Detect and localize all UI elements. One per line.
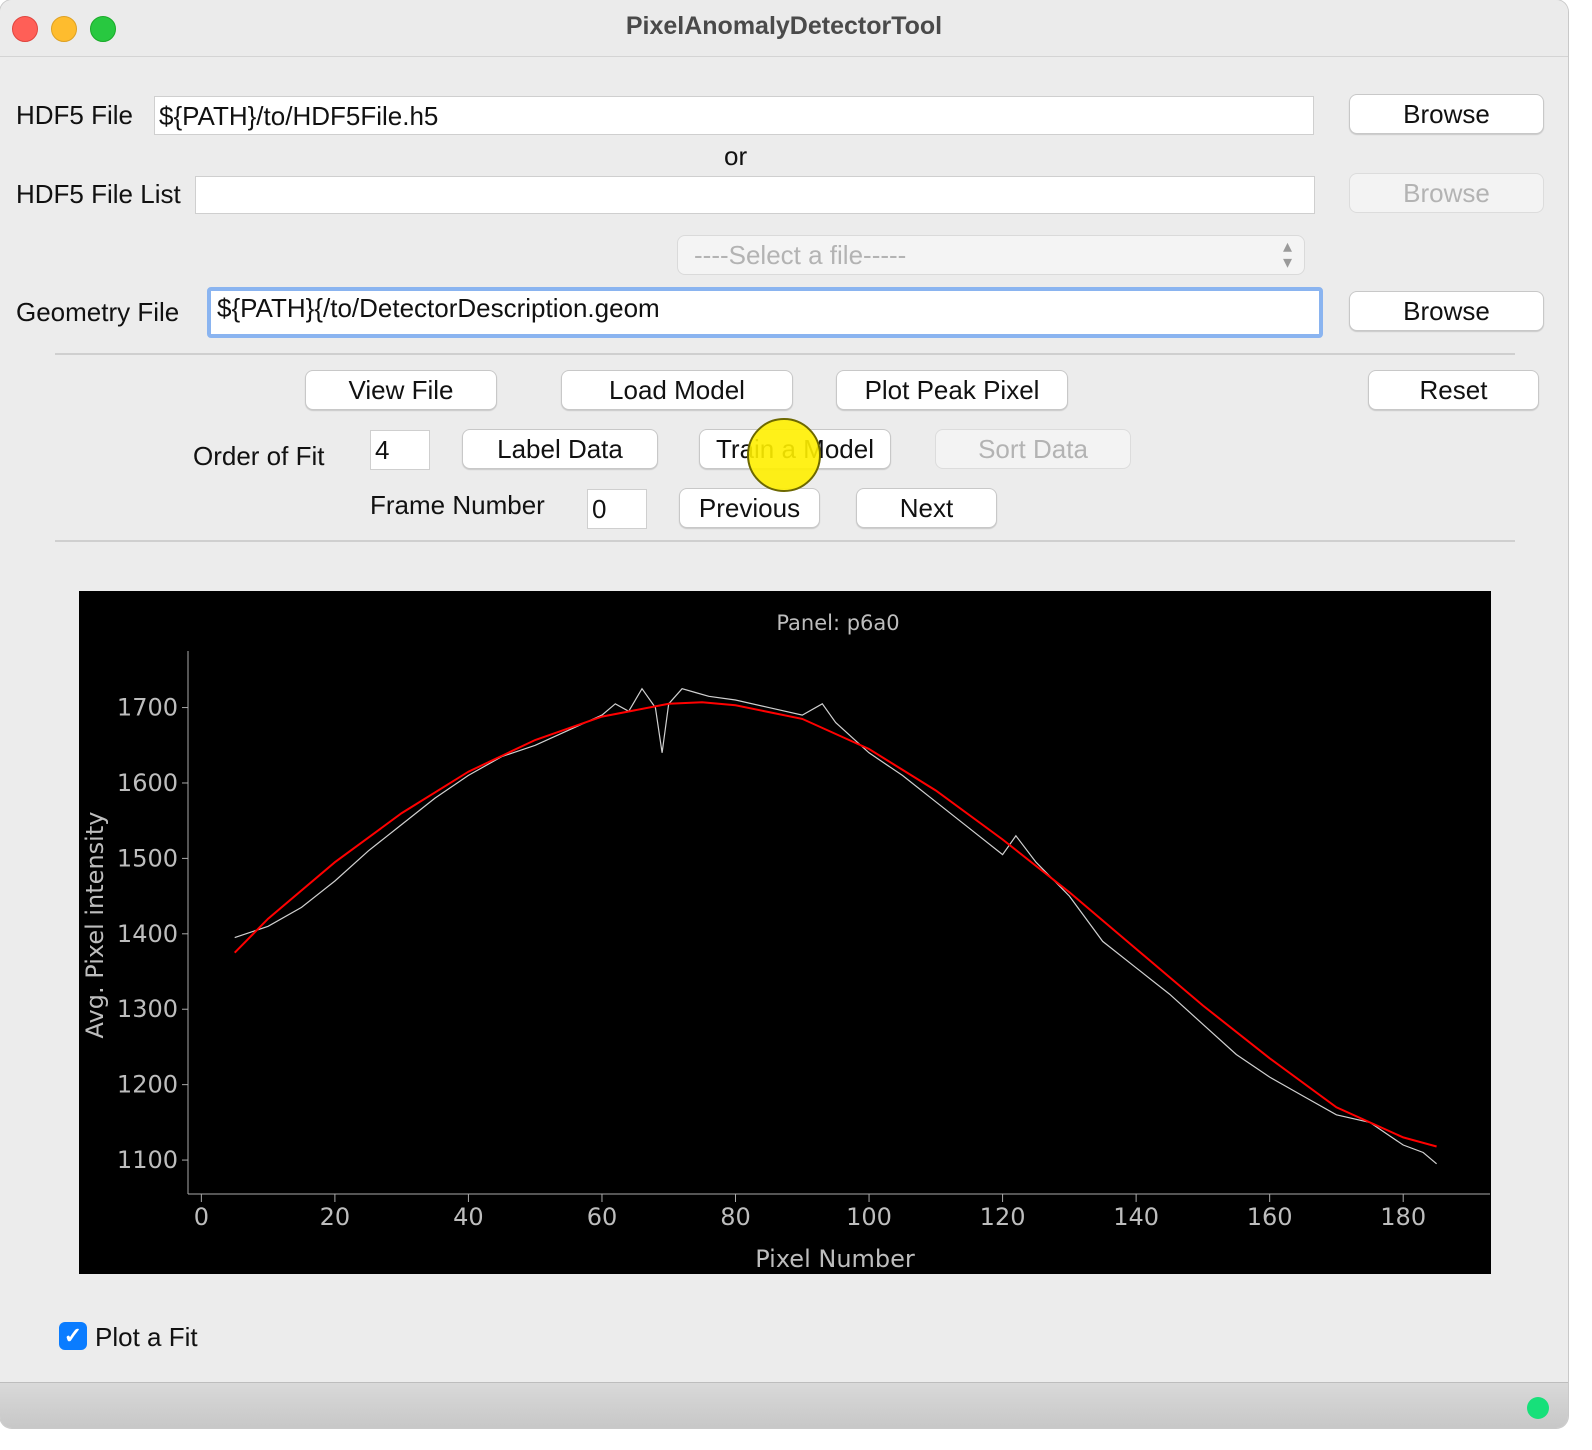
hdf5-file-list-label: HDF5 File List	[16, 179, 181, 209]
next-button[interactable]: Next	[856, 488, 997, 528]
x-tick-label: 80	[720, 1203, 751, 1231]
separator-top	[55, 353, 1515, 355]
frame-number-label: Frame Number	[370, 490, 545, 520]
plot-canvas[interactable]: Panel: p6a0 0 20 40 60 80 100 120 140 160 180 1100 1…	[79, 591, 1491, 1274]
x-tick-label: 140	[1113, 1203, 1159, 1231]
file-select-dropdown: ----Select a file----- ▴ ▾	[677, 235, 1305, 275]
x-tick-label: 100	[846, 1203, 892, 1231]
frame-number-input[interactable]: 0	[587, 489, 647, 529]
x-tick-label: 40	[453, 1203, 484, 1231]
y-tick-label: 1100	[117, 1146, 178, 1174]
order-of-fit-input[interactable]: 4	[370, 430, 430, 470]
click-highlight-cursor	[747, 418, 821, 492]
y-tick-label: 1400	[117, 920, 178, 948]
x-tick-label: 120	[980, 1203, 1026, 1231]
geometry-file-input[interactable]: ${PATH}{/to/DetectorDescription.geom	[207, 287, 1323, 338]
updown-chevron-icon: ▴ ▾	[1282, 236, 1292, 272]
x-tick-label: 180	[1380, 1203, 1426, 1231]
sort-data-button: Sort Data	[935, 429, 1131, 469]
plot-fit-label: Plot a Fit	[95, 1322, 198, 1352]
hdf5-browse-button[interactable]: Browse	[1349, 94, 1544, 134]
hdf5-list-browse-button: Browse	[1349, 173, 1544, 213]
geometry-file-value: ${PATH}{/to/DetectorDescription.geom	[217, 293, 660, 323]
title-bar: PixelAnomalyDetectorTool	[0, 0, 1568, 57]
app-window: PixelAnomalyDetectorTool HDF5 File ${PAT…	[0, 0, 1568, 1428]
x-axis-label: Pixel Number	[755, 1245, 915, 1273]
y-tick-label: 1300	[117, 995, 178, 1023]
previous-button[interactable]: Previous	[679, 488, 820, 528]
status-bar	[0, 1382, 1568, 1428]
view-file-button[interactable]: View File	[305, 370, 497, 410]
chart-title: Panel: p6a0	[776, 611, 899, 635]
y-tick-label: 1700	[117, 694, 178, 722]
load-model-button[interactable]: Load Model	[561, 370, 793, 410]
x-tick-label: 60	[587, 1203, 618, 1231]
file-select-placeholder: ----Select a file-----	[694, 240, 907, 270]
y-tick-label: 1500	[117, 844, 178, 872]
y-tick-label: 1200	[117, 1071, 178, 1099]
order-of-fit-label: Order of Fit	[193, 441, 325, 471]
y-axis-label: Avg. Pixel intensity	[81, 812, 109, 1039]
hdf5-file-input[interactable]: ${PATH}/to/HDF5File.h5	[154, 96, 1314, 135]
x-tick-label: 160	[1247, 1203, 1293, 1231]
separator-bottom	[55, 540, 1515, 542]
data-series-line	[234, 687, 1437, 1165]
y-tick-label: 1600	[117, 769, 178, 797]
checkmark-icon: ✓	[63, 1323, 83, 1348]
hdf5-file-label: HDF5 File	[16, 100, 134, 130]
reset-button[interactable]: Reset	[1368, 370, 1539, 410]
hdf5-file-list-input[interactable]	[195, 176, 1315, 214]
plot-peak-pixel-button[interactable]: Plot Peak Pixel	[836, 370, 1068, 410]
status-indicator-dot	[1527, 1397, 1549, 1419]
x-tick-label: 20	[320, 1203, 351, 1231]
geometry-file-label: Geometry File	[16, 297, 180, 327]
or-text: or	[724, 141, 748, 171]
x-tick-label: 0	[194, 1203, 209, 1231]
label-data-button[interactable]: Label Data	[462, 429, 658, 469]
chart-svg: Panel: p6a0 0 20 40 60 80 100 120 140 160 180 1100 1…	[81, 611, 1490, 1273]
plot-fit-checkbox[interactable]: ✓	[59, 1322, 87, 1350]
fit-curve-line	[233, 701, 1437, 1148]
window-title: PixelAnomalyDetectorTool	[625, 12, 943, 40]
geometry-browse-button[interactable]: Browse	[1349, 291, 1544, 331]
